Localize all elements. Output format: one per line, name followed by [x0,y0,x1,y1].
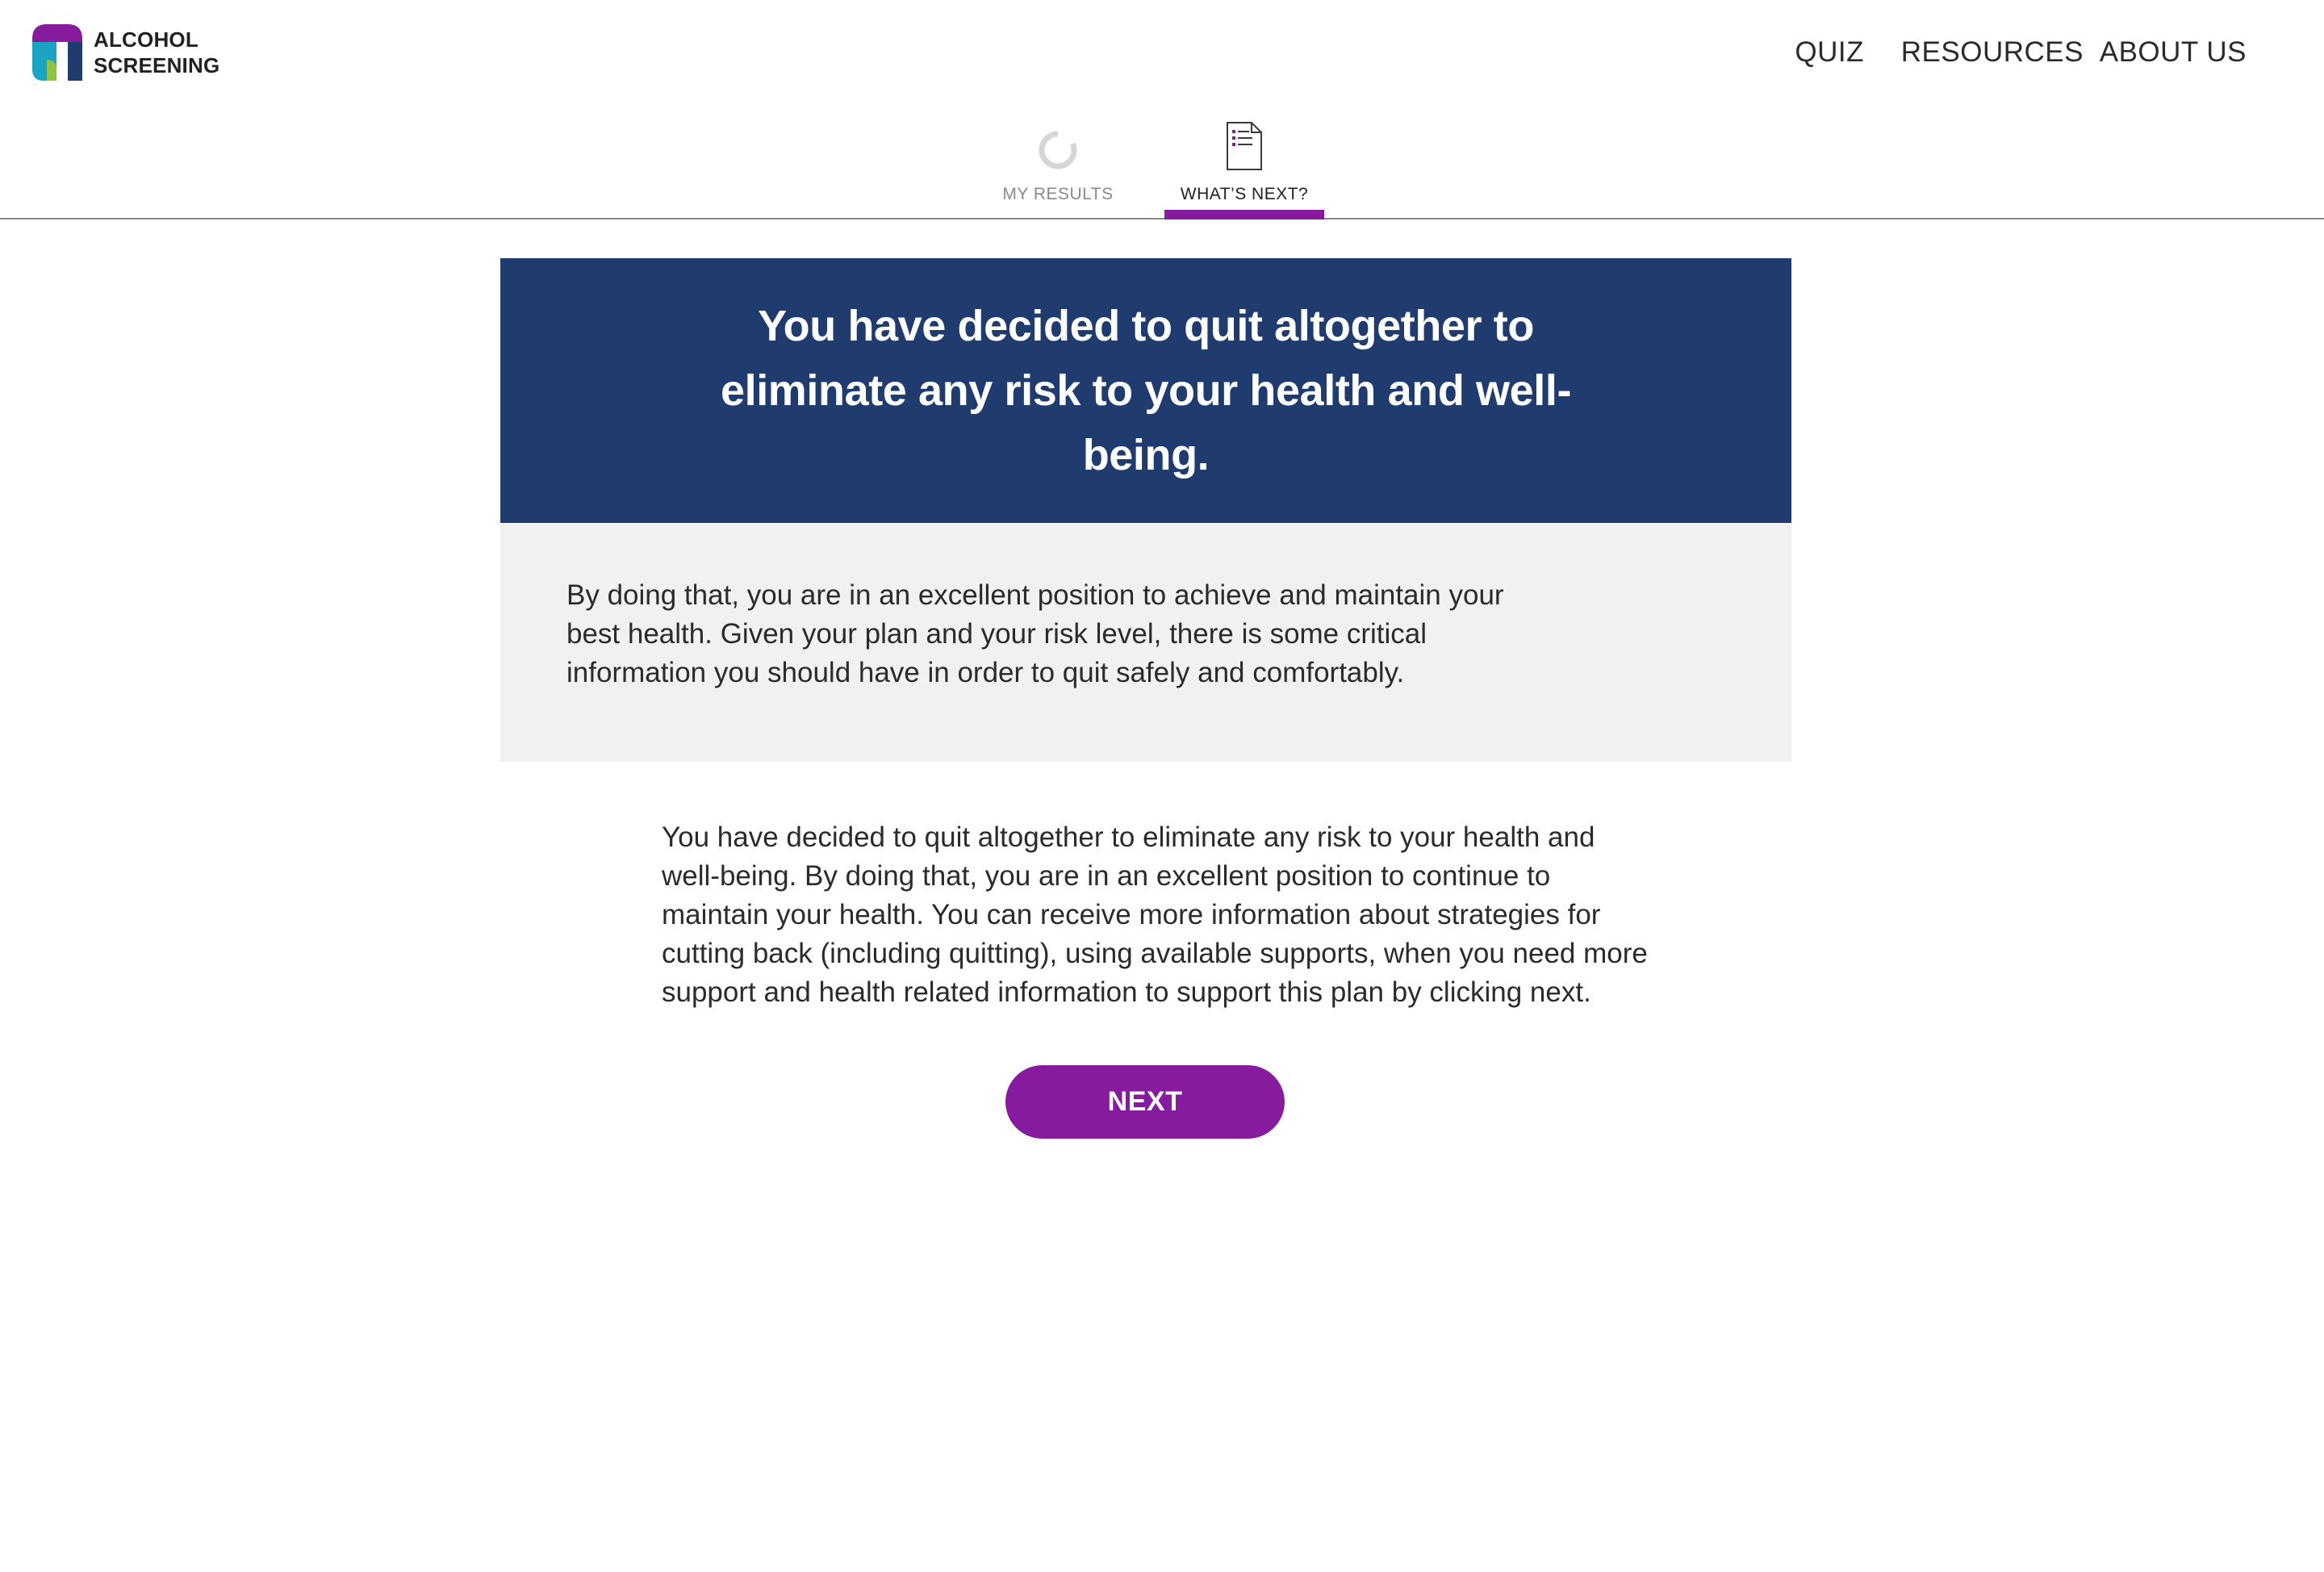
tab-my-results-label: MY RESULTS [1002,185,1114,203]
alcohol-screening-logo-icon [32,24,82,81]
results-tabs: MY RESULTS WHAT’S NEXT? [0,113,2324,219]
next-button[interactable]: NEXT [1005,1065,1285,1139]
document-list-icon [1227,122,1262,170]
site-logo[interactable]: ALCOHOL SCREENING [32,24,219,81]
tab-my-results[interactable]: MY RESULTS [989,113,1126,218]
site-header: ALCOHOL SCREENING QUIZ RESOURCES ABOUT U… [0,0,2324,113]
logo-wordmark: ALCOHOL SCREENING [94,27,219,78]
info-text: By doing that, you are in an excellent p… [566,579,1504,688]
logo-line-1: ALCOHOL [94,27,199,52]
nav-quiz[interactable]: QUIZ [1795,32,1864,73]
logo-line-2: SCREENING [94,53,220,77]
info-box: By doing that, you are in an excellent p… [500,523,1791,762]
nav-resources[interactable]: RESOURCES [1901,32,2084,73]
tab-whats-next-label: WHAT’S NEXT? [1180,185,1309,203]
body-paragraph: You have decided to quit altogether to e… [662,822,1648,1008]
tab-whats-next[interactable]: WHAT’S NEXT? [1164,113,1324,219]
nav-about-us[interactable]: ABOUT US [2100,32,2247,73]
hero-banner: You have decided to quit altogether to e… [500,258,1791,523]
active-tab-indicator [1164,210,1324,219]
progress-ring-icon [1039,131,1077,169]
hero-title: You have decided to quit altogether to e… [720,302,1572,479]
